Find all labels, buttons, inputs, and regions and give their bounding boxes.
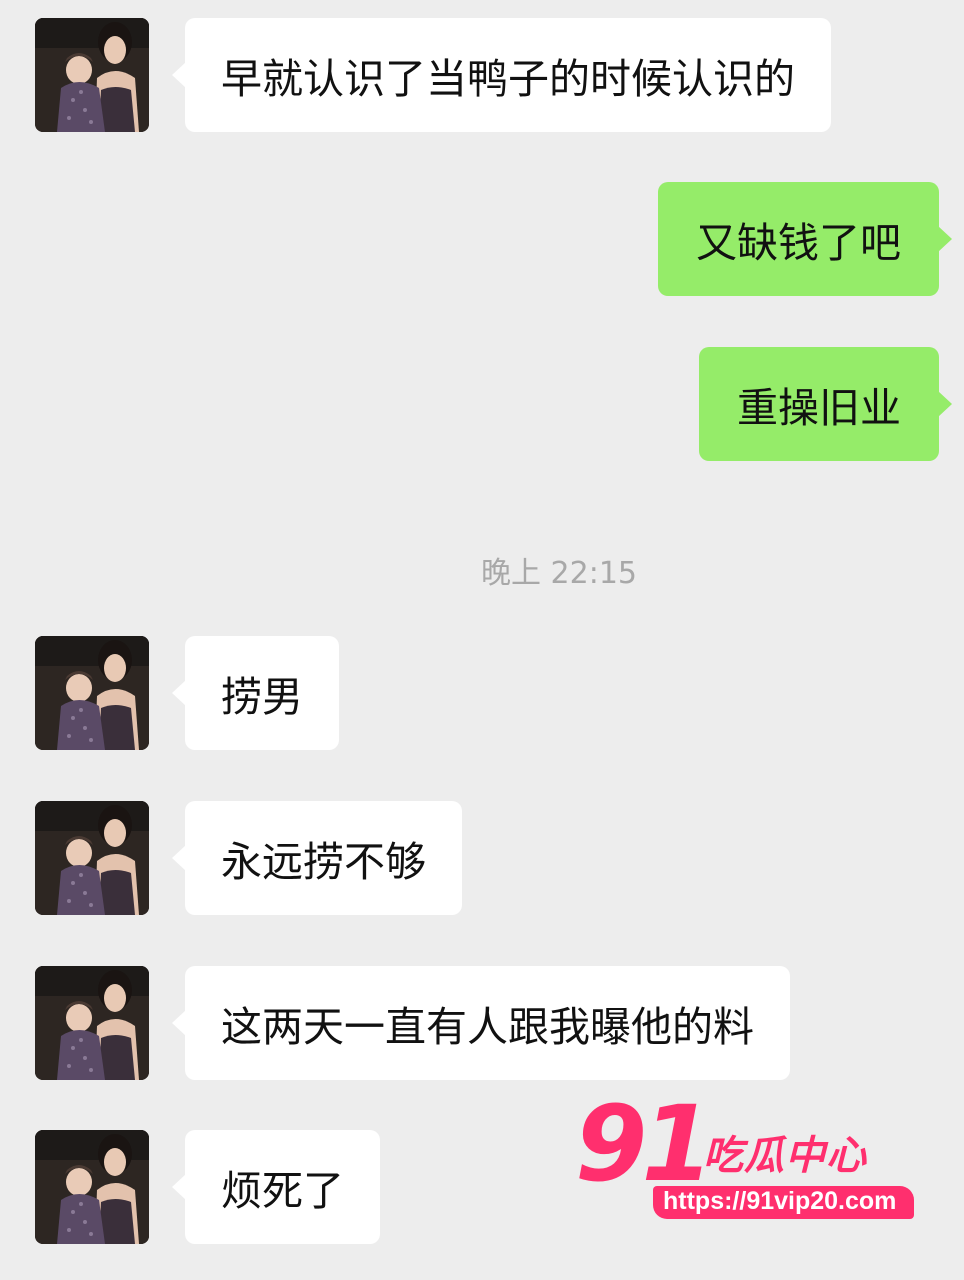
watermark-brand: 吃瓜中心 (703, 1133, 867, 1179)
avatar-photo-icon (35, 801, 149, 915)
contact-avatar[interactable] (35, 966, 149, 1080)
message-text: 这两天一直有人跟我曝他的料 (221, 1003, 754, 1051)
avatar-photo-icon (35, 1130, 149, 1244)
watermark: 91 吃瓜中心 https://91vip20.com (575, 1092, 915, 1228)
contact-avatar[interactable] (35, 636, 149, 750)
message-text: 又缺钱了吧 (696, 219, 901, 267)
message-text: 早就认识了当鸭子的时候认识的 (221, 55, 795, 103)
incoming-message-bubble[interactable]: 捞男 (172, 636, 339, 750)
avatar-photo-icon (35, 966, 149, 1080)
message-text: 烦死了 (221, 1167, 344, 1215)
contact-avatar[interactable] (35, 18, 149, 132)
incoming-message-bubble[interactable]: 这两天一直有人跟我曝他的料 (172, 966, 790, 1080)
message-text: 重操旧业 (737, 384, 901, 432)
avatar-photo-icon (35, 636, 149, 750)
contact-avatar[interactable] (35, 1130, 149, 1244)
outgoing-message-bubble[interactable]: 又缺钱了吧 (658, 182, 952, 296)
contact-avatar[interactable] (35, 801, 149, 915)
incoming-message-bubble[interactable]: 永远捞不够 (172, 801, 462, 915)
incoming-message-bubble[interactable]: 烦死了 (172, 1130, 380, 1244)
watermark-url: https://91vip20.com (653, 1186, 915, 1219)
message-text: 永远捞不够 (221, 838, 426, 886)
avatar-photo-icon (35, 18, 149, 132)
watermark-number: 91 (575, 1083, 714, 1205)
incoming-message-bubble[interactable]: 早就认识了当鸭子的时候认识的 (172, 18, 831, 132)
message-text: 捞男 (221, 673, 303, 721)
outgoing-message-bubble[interactable]: 重操旧业 (699, 347, 952, 461)
message-timestamp: 晚上 22:15 (481, 556, 637, 591)
